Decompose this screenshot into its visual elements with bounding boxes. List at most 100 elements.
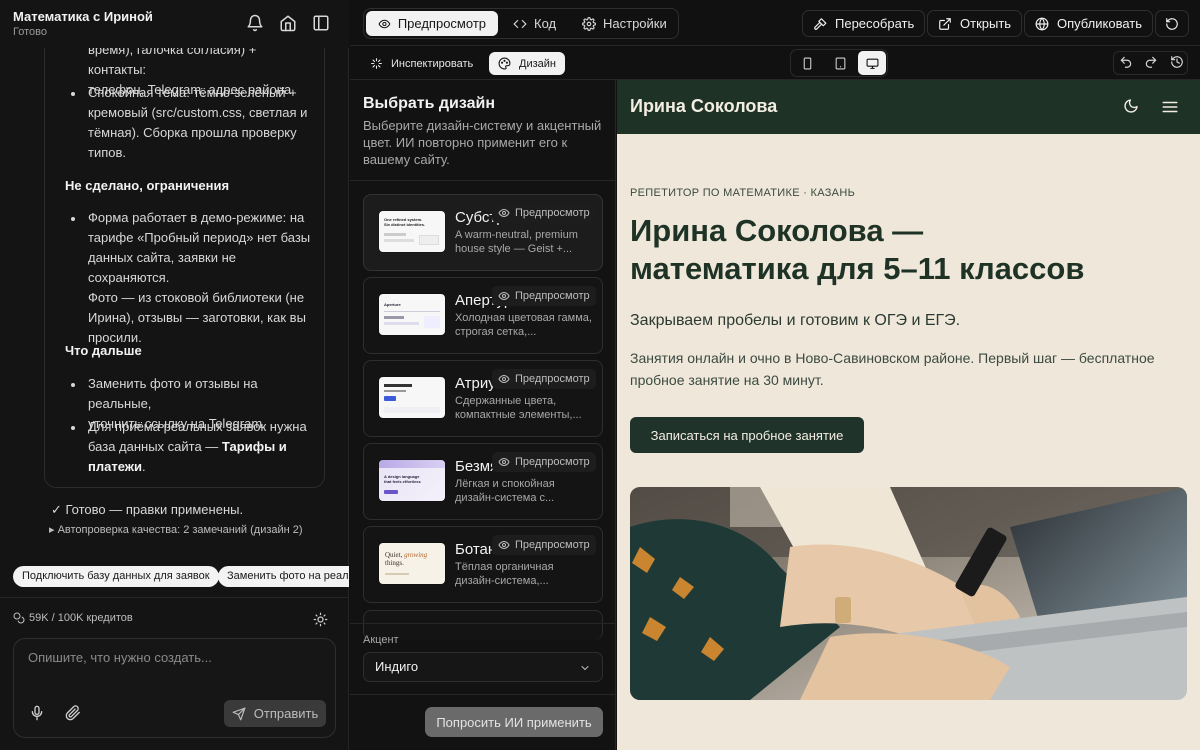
thumb-line (384, 384, 412, 387)
list-item-text: Для приёма реальных заявок нужна (88, 419, 307, 434)
preview-label: Предпросмотр (515, 290, 590, 302)
tab-settings[interactable]: Настройки (570, 11, 679, 36)
chat-input[interactable]: Опишите, что нужно создать... (28, 650, 212, 665)
eye-icon (498, 291, 510, 301)
thumb-line (384, 233, 406, 236)
site-headline: Ирина Соколова — математика для 5–11 кла… (630, 212, 1170, 288)
chevron-down-icon (581, 666, 589, 671)
menu-icon[interactable] (1161, 98, 1179, 116)
design-panel-title: Выбрать дизайн (363, 95, 496, 112)
preview-button[interactable]: Предпросмотр (492, 369, 596, 389)
thumb-text: growing (404, 551, 428, 559)
design-desc: Сдержанные цвета, компактные элементы,..… (455, 395, 582, 421)
preview-label: Предпросмотр (515, 539, 590, 551)
tablet-icon[interactable] (826, 51, 854, 75)
pricing-link[interactable]: Тарифы и (222, 439, 287, 454)
thumb-dots (417, 399, 441, 411)
desktop-icon[interactable] (858, 51, 886, 75)
suggestion-chip[interactable]: Подключить базу данных для заявок (13, 566, 219, 587)
top-toolbar: Предпросмотр Код Настройки Пересобрать О… (350, 0, 1200, 46)
bullet (71, 383, 75, 387)
autocheck-toggle[interactable]: ▸ Автопроверка качества: 2 замечаний (ди… (49, 523, 303, 536)
sidebar-toggle-icon[interactable] (312, 14, 330, 32)
sparkle-icon (371, 58, 382, 69)
inspect-button[interactable]: Инспектировать (361, 52, 482, 75)
hammer-icon (814, 17, 827, 30)
preview-toolbar: Инспектировать Дизайн (350, 46, 1200, 80)
palette-icon (498, 57, 511, 70)
eye-icon (498, 540, 510, 550)
preview-button[interactable]: Предпросмотр (492, 286, 596, 306)
divider (350, 694, 615, 695)
phone-icon[interactable] (793, 51, 821, 75)
tab-preview[interactable]: Предпросмотр (366, 11, 498, 36)
pricing-link[interactable]: платежи (88, 459, 142, 474)
list-item-text: . (141, 459, 146, 474)
rebuild-button[interactable]: Пересобрать (802, 10, 926, 37)
thumb-button (384, 490, 398, 494)
site-kicker: РЕПЕТИТОР ПО МАТЕМАТИКЕ · КАЗАНЬ (630, 187, 856, 199)
design-thumbnail: Quiet, growing things. (379, 543, 445, 584)
chat-composer[interactable]: Опишите, что нужно создать... Отправить (13, 638, 336, 738)
external-link-icon (939, 17, 951, 30)
moon-icon[interactable] (1123, 98, 1141, 116)
design-button[interactable]: Дизайн (489, 52, 565, 75)
open-button[interactable]: Открыть (927, 10, 1023, 37)
design-thumbnail (379, 377, 445, 418)
bullet (71, 92, 75, 96)
microphone-icon[interactable] (29, 705, 45, 721)
preview-button[interactable]: Предпросмотр (492, 203, 596, 223)
sun-icon[interactable] (313, 612, 328, 627)
undo-icon[interactable] (1119, 55, 1135, 71)
preview-button[interactable]: Предпросмотр (492, 452, 596, 472)
apply-design-button[interactable]: Попросить ИИ применить (425, 707, 603, 737)
design-card-aperture[interactable]: Aperture Апертура Холодная цветовая гамм… (363, 277, 603, 354)
site-paragraph: Занятия онлайн и очно в Ново-Савиновском… (630, 350, 1155, 388)
accent-select[interactable]: Индиго (363, 652, 603, 682)
accent-label: Акцент (363, 634, 399, 646)
design-desc: Тёплая органичная дизайн-система,... (455, 561, 554, 587)
preview-button[interactable]: Предпросмотр (492, 535, 596, 555)
cta-button[interactable]: Записаться на пробное занятие (630, 417, 864, 453)
refresh-button[interactable] (1155, 10, 1189, 37)
tab-label: Код (534, 16, 557, 31)
design-card-serenity[interactable]: A design language that feels effortless … (363, 443, 603, 520)
site-brand[interactable]: Ирина Соколова (630, 96, 777, 117)
headline-line: математика для 5–11 классов (630, 251, 1085, 286)
tab-label: Предпросмотр (397, 16, 486, 31)
home-icon[interactable] (279, 14, 297, 32)
thumb-line (384, 311, 440, 312)
gear-icon (582, 16, 596, 31)
send-button[interactable]: Отправить (224, 700, 326, 727)
design-card-partial[interactable] (363, 610, 603, 640)
history-icon[interactable] (1170, 55, 1186, 71)
thumb-text: A design language that feels effortless (384, 474, 421, 484)
design-thumbnail: A design language that feels effortless (379, 460, 445, 501)
project-title: Математика с Ириной (13, 9, 153, 24)
redo-icon[interactable] (1144, 55, 1160, 71)
thumb-line (384, 322, 419, 325)
send-icon (232, 707, 246, 720)
headline-line: Ирина Соколова — (630, 213, 924, 248)
bell-icon[interactable] (246, 14, 264, 32)
chat-panel: время), галочка согласия) + контакты: те… (0, 0, 349, 750)
rebuild-label: Пересобрать (835, 16, 915, 31)
credits-text: 59K / 100K кредитов (29, 612, 133, 624)
publish-button[interactable]: Опубликовать (1024, 10, 1154, 37)
paperclip-icon[interactable] (65, 705, 81, 721)
eye-icon (498, 374, 510, 384)
list-item-text: база данных сайта — Тарифы и (88, 437, 316, 457)
suggestion-chip[interactable]: Заменить фото на реальн (218, 566, 349, 587)
design-card-botanica[interactable]: Quiet, growing things. Ботаника Тёплая ор… (363, 526, 603, 603)
design-card-substrate[interactable]: One refined system. Six distinct identit… (363, 194, 603, 271)
list-item: Форма работает в демо-режиме: на тарифе … (88, 208, 316, 348)
thumb-line (384, 316, 404, 319)
design-card-atrium[interactable]: Атриум Сдержанные цвета, компактные элем… (363, 360, 603, 437)
thumb-line (384, 390, 406, 392)
thumb-text: Quiet, (385, 551, 403, 559)
publish-label: Опубликовать (1057, 16, 1143, 31)
tab-code[interactable]: Код (501, 11, 568, 36)
section-heading: Не сделано, ограничения (65, 178, 230, 193)
list-item-text: кремовый (src/custom.css, светлая и (88, 105, 308, 120)
credits-indicator: 59K / 100K кредитов (13, 612, 133, 624)
